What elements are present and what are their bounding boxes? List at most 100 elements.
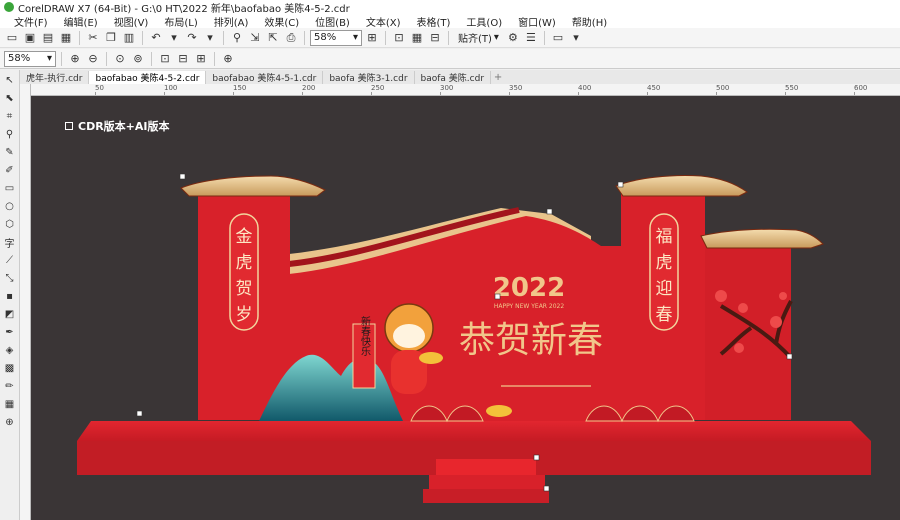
menu-view[interactable]: 视图(V) bbox=[106, 14, 157, 29]
menu-window[interactable]: 窗口(W) bbox=[510, 14, 564, 29]
menu-bitmaps[interactable]: 位图(B) bbox=[307, 14, 358, 29]
toolbar-separator bbox=[385, 30, 386, 45]
selection-handle[interactable] bbox=[546, 208, 553, 215]
show-rulers-icon[interactable]: ⊡ bbox=[391, 30, 407, 46]
zoom-page-height-icon[interactable]: ⊞ bbox=[193, 51, 209, 67]
connector-tool-icon[interactable]: ⤡ bbox=[2, 270, 18, 286]
vertical-ruler[interactable] bbox=[20, 84, 31, 520]
add-tab-icon[interactable]: + bbox=[491, 71, 505, 84]
menu-edit[interactable]: 编辑(E) bbox=[56, 14, 106, 29]
open-folder-icon[interactable]: ▣ bbox=[22, 30, 38, 46]
zoom-in-icon[interactable]: ⊕ bbox=[67, 51, 83, 67]
options-icon[interactable]: ⚙ bbox=[505, 30, 521, 46]
artwork-stage[interactable]: 金 虎 贺 岁 福 虎 迎 春 2022 HAPPY NEW YEAR 2022… bbox=[31, 96, 900, 520]
zoom-levels-select[interactable]: 58% ▾ bbox=[4, 50, 56, 67]
interactive-fill-icon[interactable]: ◈ bbox=[2, 342, 18, 358]
menu-help[interactable]: 帮助(H) bbox=[564, 14, 615, 29]
shape-tool-icon[interactable]: ⬉ bbox=[2, 90, 18, 106]
zoom-level-select[interactable]: 58% ▾ bbox=[310, 29, 362, 46]
menu-table[interactable]: 表格(T) bbox=[409, 14, 459, 29]
zoom-tool-icon[interactable]: ⚲ bbox=[2, 126, 18, 142]
ruler-label: 150 bbox=[233, 84, 247, 92]
mesh-fill-icon[interactable]: ▦ bbox=[2, 396, 18, 412]
selection-handle[interactable] bbox=[136, 410, 143, 417]
tab-document-1[interactable]: 虎年-执行.cdr bbox=[20, 71, 90, 84]
print-icon[interactable]: ▦ bbox=[58, 30, 74, 46]
stage-step-3 bbox=[423, 489, 549, 503]
save-icon[interactable]: ▤ bbox=[40, 30, 56, 46]
chevron-down-icon[interactable]: ▾ bbox=[568, 30, 584, 46]
cut-icon[interactable]: ✂ bbox=[85, 30, 101, 46]
zoom-page-width-icon[interactable]: ⊟ bbox=[175, 51, 191, 67]
zoom-selected-icon[interactable]: ⊙ bbox=[112, 51, 128, 67]
paste-icon[interactable]: ▥ bbox=[121, 30, 137, 46]
parallel-dimension-icon[interactable]: ⟋ bbox=[2, 252, 18, 268]
menu-tools[interactable]: 工具(O) bbox=[458, 14, 510, 29]
menu-arrange[interactable]: 排列(A) bbox=[206, 14, 257, 29]
menu-file[interactable]: 文件(F) bbox=[6, 14, 56, 29]
import-icon[interactable]: ⇲ bbox=[247, 30, 263, 46]
freehand-tool-icon[interactable]: ✎ bbox=[2, 144, 18, 160]
full-screen-icon[interactable]: ⊞ bbox=[364, 30, 380, 46]
selection-handle[interactable] bbox=[179, 173, 186, 180]
selection-handle[interactable] bbox=[786, 353, 793, 360]
show-grid-icon[interactable]: ▦ bbox=[409, 30, 425, 46]
selection-handle[interactable] bbox=[494, 293, 501, 300]
ellipse-tool-icon[interactable]: ○ bbox=[2, 198, 18, 214]
undo-icon[interactable]: ↶ bbox=[148, 30, 164, 46]
ruler-tick bbox=[785, 92, 786, 95]
menu-effects[interactable]: 效果(C) bbox=[256, 14, 307, 29]
selection-handle[interactable] bbox=[533, 454, 540, 461]
redo-icon[interactable]: ↷ bbox=[184, 30, 200, 46]
year-text: 2022 bbox=[493, 273, 565, 303]
wave-pattern-right bbox=[585, 405, 695, 423]
menu-text[interactable]: 文本(X) bbox=[358, 14, 409, 29]
new-file-icon[interactable]: ▭ bbox=[4, 30, 20, 46]
drawing-canvas[interactable]: CDR版本+AI版本 金 虎 贺 岁 福 虎 迎 春 2022 HAPPY NE… bbox=[31, 96, 900, 520]
ruler-tick bbox=[509, 92, 510, 95]
chevron-down-icon: ▾ bbox=[352, 32, 358, 43]
text-tool-icon[interactable]: 字 bbox=[2, 234, 18, 250]
zoom-out-icon[interactable]: ⊖ bbox=[85, 51, 101, 67]
add-tool-icon[interactable]: ⊕ bbox=[2, 414, 18, 430]
pick-tool-icon[interactable]: ↖ bbox=[2, 72, 18, 88]
color-eyedropper-icon[interactable]: ✒ bbox=[2, 324, 18, 340]
tab-document-2-active[interactable]: baofabao 美陈4-5-2.cdr bbox=[89, 71, 207, 84]
selection-handle[interactable] bbox=[543, 485, 550, 492]
tab-document-4[interactable]: baofa 美陈3-1.cdr bbox=[323, 71, 415, 84]
menu-layout[interactable]: 布局(L) bbox=[156, 14, 205, 29]
stage-step-1 bbox=[436, 459, 536, 475]
quick-customize-icon[interactable]: ▭ bbox=[550, 30, 566, 46]
tab-document-5[interactable]: baofa 美陈.cdr bbox=[415, 71, 492, 84]
export-icon[interactable]: ⇱ bbox=[265, 30, 281, 46]
tiger-face bbox=[393, 324, 425, 348]
menu-bar: 文件(F) 编辑(E) 视图(V) 布局(L) 排列(A) 效果(C) 位图(B… bbox=[0, 14, 900, 29]
rectangle-tool-icon[interactable]: ▭ bbox=[2, 180, 18, 196]
snap-to-button[interactable]: 贴齐(T) ▾ bbox=[454, 30, 503, 45]
selection-handle[interactable] bbox=[617, 181, 624, 188]
transparency-tool-icon[interactable]: ◩ bbox=[2, 306, 18, 322]
ruler-tick bbox=[164, 92, 165, 95]
search-content-icon[interactable]: ⚲ bbox=[229, 30, 245, 46]
crop-tool-icon[interactable]: ⌗ bbox=[2, 108, 18, 124]
polygon-tool-icon[interactable]: ⬡ bbox=[2, 216, 18, 232]
publish-pdf-icon[interactable]: ⎙ bbox=[283, 30, 299, 46]
scroll-text: 新春快乐 bbox=[359, 315, 371, 356]
smart-fill-icon[interactable]: ▩ bbox=[2, 360, 18, 376]
undo-dropdown-icon[interactable]: ▾ bbox=[166, 30, 182, 46]
artistic-media-icon[interactable]: ✐ bbox=[2, 162, 18, 178]
zoom-all-objects-icon[interactable]: ⊚ bbox=[130, 51, 146, 67]
ruler-label: 600 bbox=[854, 84, 868, 92]
horizontal-ruler[interactable]: 50 100 150 200 250 300 350 400 450 500 5… bbox=[31, 84, 900, 96]
stage-platform-top bbox=[77, 421, 871, 441]
redo-dropdown-icon[interactable]: ▾ bbox=[202, 30, 218, 46]
outline-pen-icon[interactable]: ✏ bbox=[2, 378, 18, 394]
drop-shadow-icon[interactable]: ▪ bbox=[2, 288, 18, 304]
tab-document-3[interactable]: baofabao 美陈4-5-1.cdr bbox=[206, 71, 324, 84]
show-guidelines-icon[interactable]: ⊟ bbox=[427, 30, 443, 46]
copy-icon[interactable]: ❐ bbox=[103, 30, 119, 46]
add-icon[interactable]: ⊕ bbox=[220, 51, 236, 67]
application-launcher-icon[interactable]: ☰ bbox=[523, 30, 539, 46]
zoom-to-page-icon[interactable]: ⊡ bbox=[157, 51, 173, 67]
right-column-char: 迎 bbox=[656, 279, 673, 299]
